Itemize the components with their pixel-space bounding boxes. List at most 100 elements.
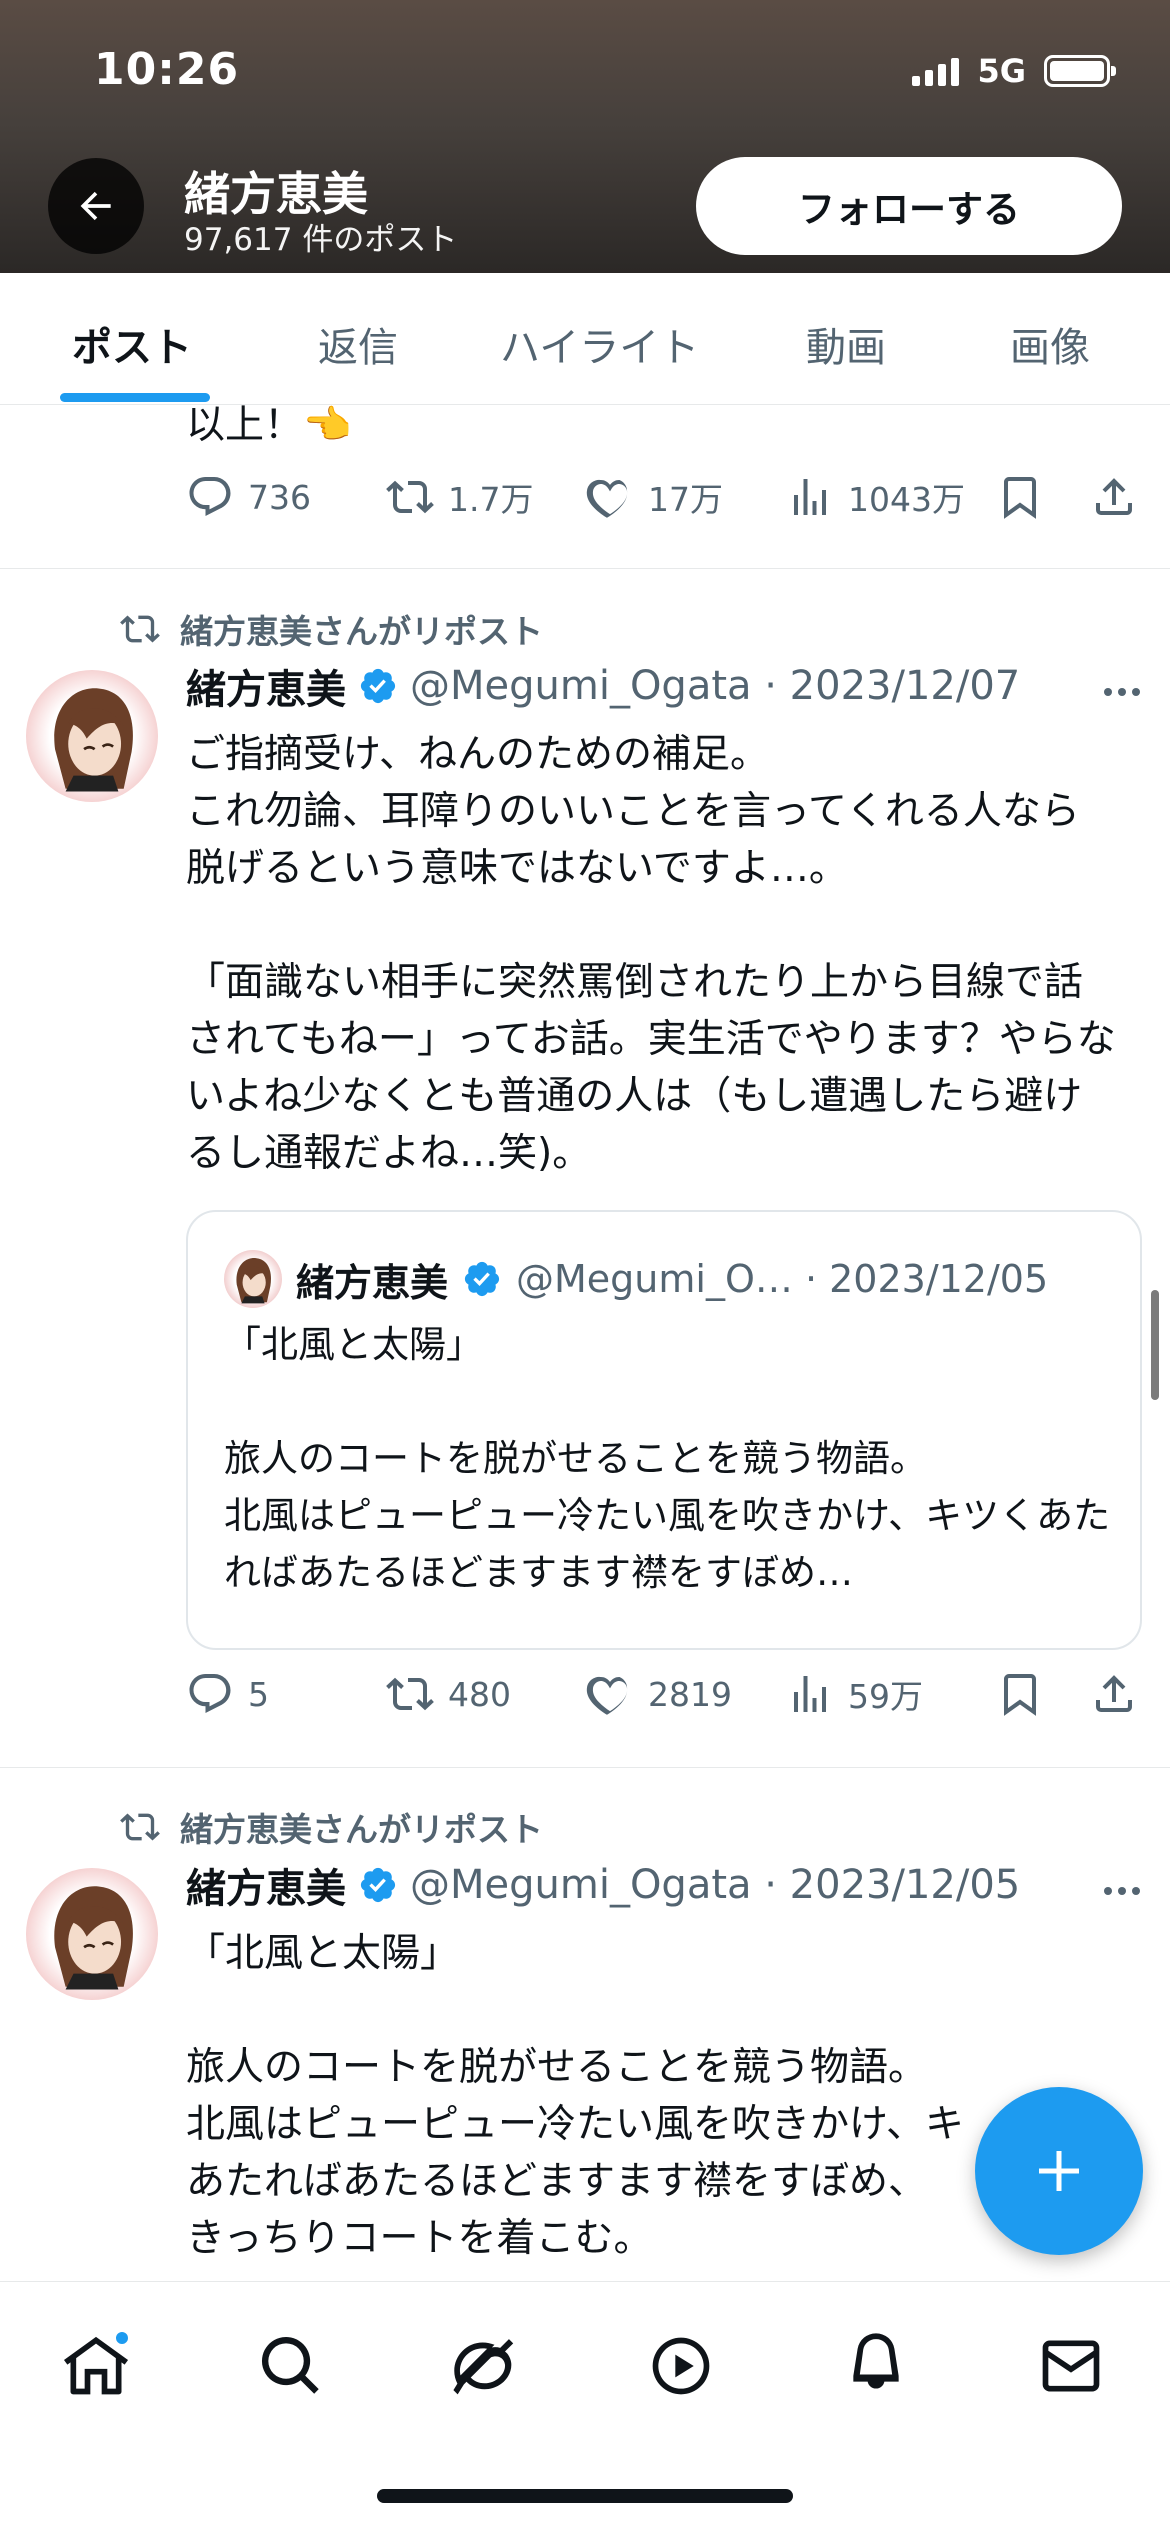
nav-video[interactable]	[641, 2326, 721, 2406]
reply-button[interactable]: 736	[186, 473, 311, 521]
post-divider	[0, 568, 1170, 569]
profile-tabs: ポスト 返信 ハイライト 動画 画像	[0, 273, 1170, 405]
nav-messages[interactable]	[1031, 2326, 1111, 2406]
bookmark-button[interactable]	[996, 473, 1044, 521]
quoted-post-text: 「北風と太陽」 旅人のコートを脱がせることを競う物語。 北風はピューピュー冷たい…	[224, 1323, 1111, 1594]
avatar-image	[54, 688, 133, 792]
like-count: 2819	[648, 1674, 732, 1714]
post-text: 以上！👈	[186, 405, 352, 448]
repost-label-text: 緒方恵美さんがリポスト	[180, 1810, 543, 1849]
heart-icon	[586, 1676, 628, 1715]
tab-posts[interactable]: ポスト	[72, 315, 192, 373]
active-tab-indicator	[60, 393, 210, 402]
post-text: ご指摘受け、ねんのための補足。 これ勿論、耳障りのいいことを言ってくれる人なら脱…	[186, 732, 1116, 1176]
repost-icon	[120, 1813, 160, 1841]
quoted-avatar	[224, 1250, 282, 1308]
plus-icon	[1039, 2151, 1079, 2191]
tab-replies[interactable]: 返信	[318, 315, 398, 373]
author-handle-date[interactable]: @Megumi_Ogata · 2023/12/05	[410, 1862, 1020, 1908]
post-actions: 736 1.7万 17万 1043万	[186, 473, 1140, 533]
author-handle-date[interactable]: @Megumi_Ogata · 2023/12/07	[410, 663, 1020, 709]
heart-icon	[586, 479, 628, 518]
repost-label: 緒方恵美さんがリポスト	[120, 1803, 543, 1851]
nav-home[interactable]	[56, 2326, 136, 2406]
like-count: 17万	[648, 480, 723, 519]
repost-button[interactable]: 480	[386, 1670, 511, 1718]
reply-button[interactable]: 5	[186, 1670, 269, 1718]
repost-label: 緒方恵美さんがリポスト	[120, 605, 543, 653]
avatar[interactable]	[26, 1868, 158, 2000]
verified-badge-icon	[360, 668, 396, 704]
nav-search[interactable]	[251, 2326, 331, 2406]
bookmark-icon	[1004, 477, 1036, 519]
avatar-image	[54, 1886, 133, 1990]
timeline: 以上！👈 736 1.7万 17万 1043万 緒方恵美さんがリポスト 緒方恵美…	[0, 405, 1170, 2281]
reply-icon	[189, 476, 231, 516]
post-header: 緒方恵美 @Megumi_Ogata · 2023/12/05	[186, 1856, 1020, 1914]
messages-icon	[1042, 2340, 1100, 2392]
repost-icon	[386, 480, 434, 514]
share-icon	[1096, 478, 1132, 515]
author-name[interactable]: 緒方恵美	[186, 657, 346, 715]
bookmark-icon	[1004, 1674, 1036, 1716]
quoted-post[interactable]: 緒方恵美 @Megumi_O… · 2023/12/05 「北風と太陽」 旅人の…	[186, 1210, 1142, 1650]
views-icon	[794, 479, 826, 515]
tab-media[interactable]: 画像	[1010, 315, 1090, 373]
tab-videos[interactable]: 動画	[806, 315, 886, 373]
profile-header: 10:26 5G 緒方恵美 97,617 件のポスト フォローする	[0, 0, 1170, 273]
compose-button[interactable]	[975, 2087, 1143, 2255]
verified-badge-icon	[360, 1867, 396, 1903]
network-label: 5G	[977, 52, 1026, 90]
quoted-handle-date: @Megumi_O… · 2023/12/05	[516, 1257, 1049, 1301]
repost-icon	[120, 615, 160, 643]
reply-count: 5	[248, 1674, 269, 1714]
post-header: 緒方恵美 @Megumi_Ogata · 2023/12/07	[186, 657, 1020, 715]
scrollbar[interactable]	[1151, 1290, 1159, 1400]
post-actions: 5 480 2819 59万	[186, 1670, 1140, 1730]
share-button[interactable]	[1090, 1670, 1138, 1718]
tab-highlights[interactable]: ハイライト	[500, 315, 699, 373]
more-options-button[interactable]	[1104, 688, 1140, 696]
repost-label-text: 緒方恵美さんがリポスト	[180, 612, 543, 651]
search-icon	[261, 2336, 319, 2394]
back-button[interactable]	[48, 158, 144, 254]
notifications-icon	[853, 2333, 899, 2389]
share-icon	[1096, 1675, 1132, 1712]
views-button[interactable]: 1043万	[786, 473, 965, 521]
repost-button[interactable]: 1.7万	[386, 473, 533, 521]
nav-notifications[interactable]	[836, 2326, 916, 2406]
bookmark-button[interactable]	[996, 1670, 1044, 1718]
status-time: 10:26	[94, 44, 240, 95]
reply-icon	[189, 1674, 231, 1713]
quoted-author-name: 緒方恵美	[296, 1260, 449, 1305]
post-text: 「北風と太陽」 旅人のコートを脱がせることを競う物語。 北風はピューピュー冷たい…	[186, 1931, 965, 2261]
author-name[interactable]: 緒方恵美	[186, 1856, 346, 1914]
avatar-image	[236, 1258, 271, 1304]
reply-count: 736	[248, 477, 311, 517]
video-icon	[652, 2337, 710, 2395]
like-button[interactable]: 2819	[586, 1670, 732, 1718]
views-count: 59万	[848, 1677, 923, 1716]
like-button[interactable]: 17万	[586, 473, 723, 521]
verified-badge-icon	[464, 1261, 500, 1297]
home-indicator	[377, 2489, 793, 2503]
avatar[interactable]	[26, 670, 158, 802]
quoted-post-header: 緒方恵美 @Megumi_O… · 2023/12/05	[224, 1250, 1048, 1308]
views-button[interactable]: 59万	[786, 1670, 923, 1718]
repost-count: 480	[448, 1674, 511, 1714]
grok-icon	[453, 2339, 514, 2395]
views-count: 1043万	[848, 480, 965, 519]
nav-grok[interactable]	[446, 2326, 526, 2406]
battery-icon	[1044, 55, 1116, 87]
signal-icon	[912, 56, 960, 86]
share-button[interactable]	[1090, 473, 1138, 521]
status-indicators: 5G	[912, 52, 1116, 90]
views-icon	[794, 1676, 826, 1712]
notification-dot	[114, 2330, 130, 2346]
post-divider	[0, 1767, 1170, 1768]
post-count: 97,617 件のポスト	[184, 222, 458, 258]
more-options-button[interactable]	[1104, 1887, 1140, 1895]
follow-button[interactable]: フォローする	[696, 157, 1122, 255]
arrow-left-icon	[80, 191, 111, 221]
repost-icon	[386, 1677, 434, 1711]
